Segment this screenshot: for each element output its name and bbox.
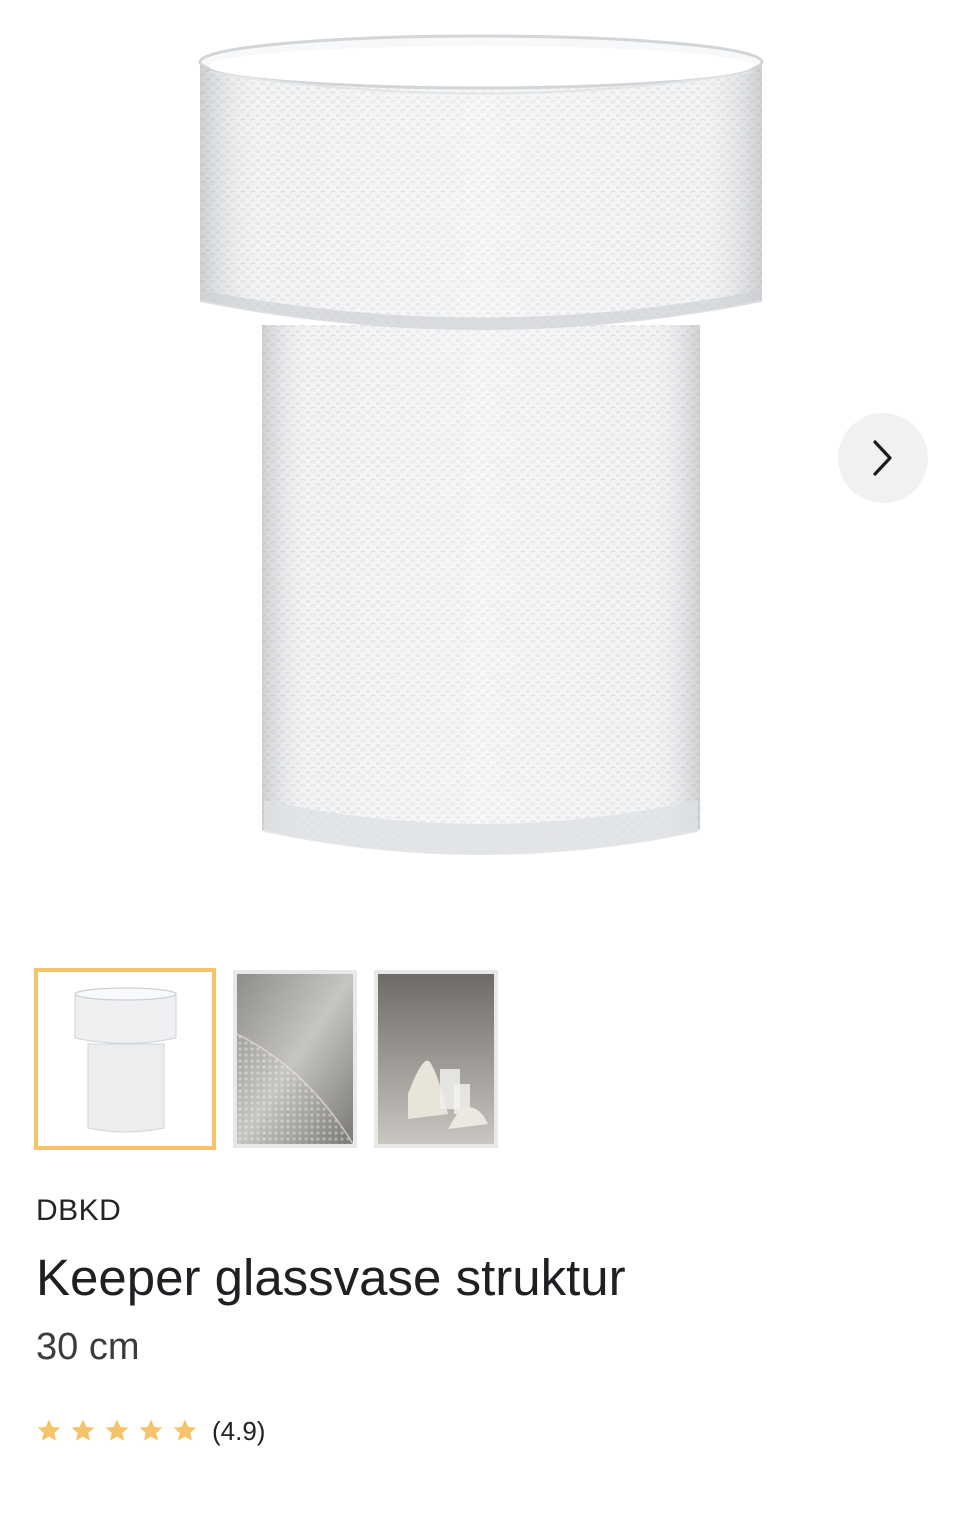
- star-icon: [37, 1419, 61, 1441]
- rating-value: (4.9): [212, 1415, 266, 1446]
- texture-closeup-image: [237, 974, 353, 1144]
- product-size: 30 cm: [36, 1326, 140, 1368]
- star-icon: [71, 1419, 95, 1441]
- main-product-image: [0, 0, 960, 930]
- brand-name[interactable]: DBKD: [36, 1194, 121, 1228]
- star-icon: [173, 1419, 196, 1441]
- product-rating[interactable]: (4.9): [36, 1414, 265, 1448]
- thumbnail-3[interactable]: [374, 970, 498, 1148]
- next-image-button[interactable]: [838, 413, 928, 503]
- vase-thumbnail-image: [38, 972, 212, 1146]
- product-title: Keeper glassvase struktur: [36, 1249, 626, 1306]
- chevron-right-icon: [873, 440, 892, 476]
- thumbnail-2[interactable]: [233, 970, 357, 1148]
- rating-stars: [36, 1418, 198, 1444]
- star-icon: [105, 1419, 129, 1441]
- styled-scene-image: [378, 974, 494, 1144]
- star-icon: [139, 1419, 163, 1441]
- thumbnail-1-selected[interactable]: [34, 968, 216, 1150]
